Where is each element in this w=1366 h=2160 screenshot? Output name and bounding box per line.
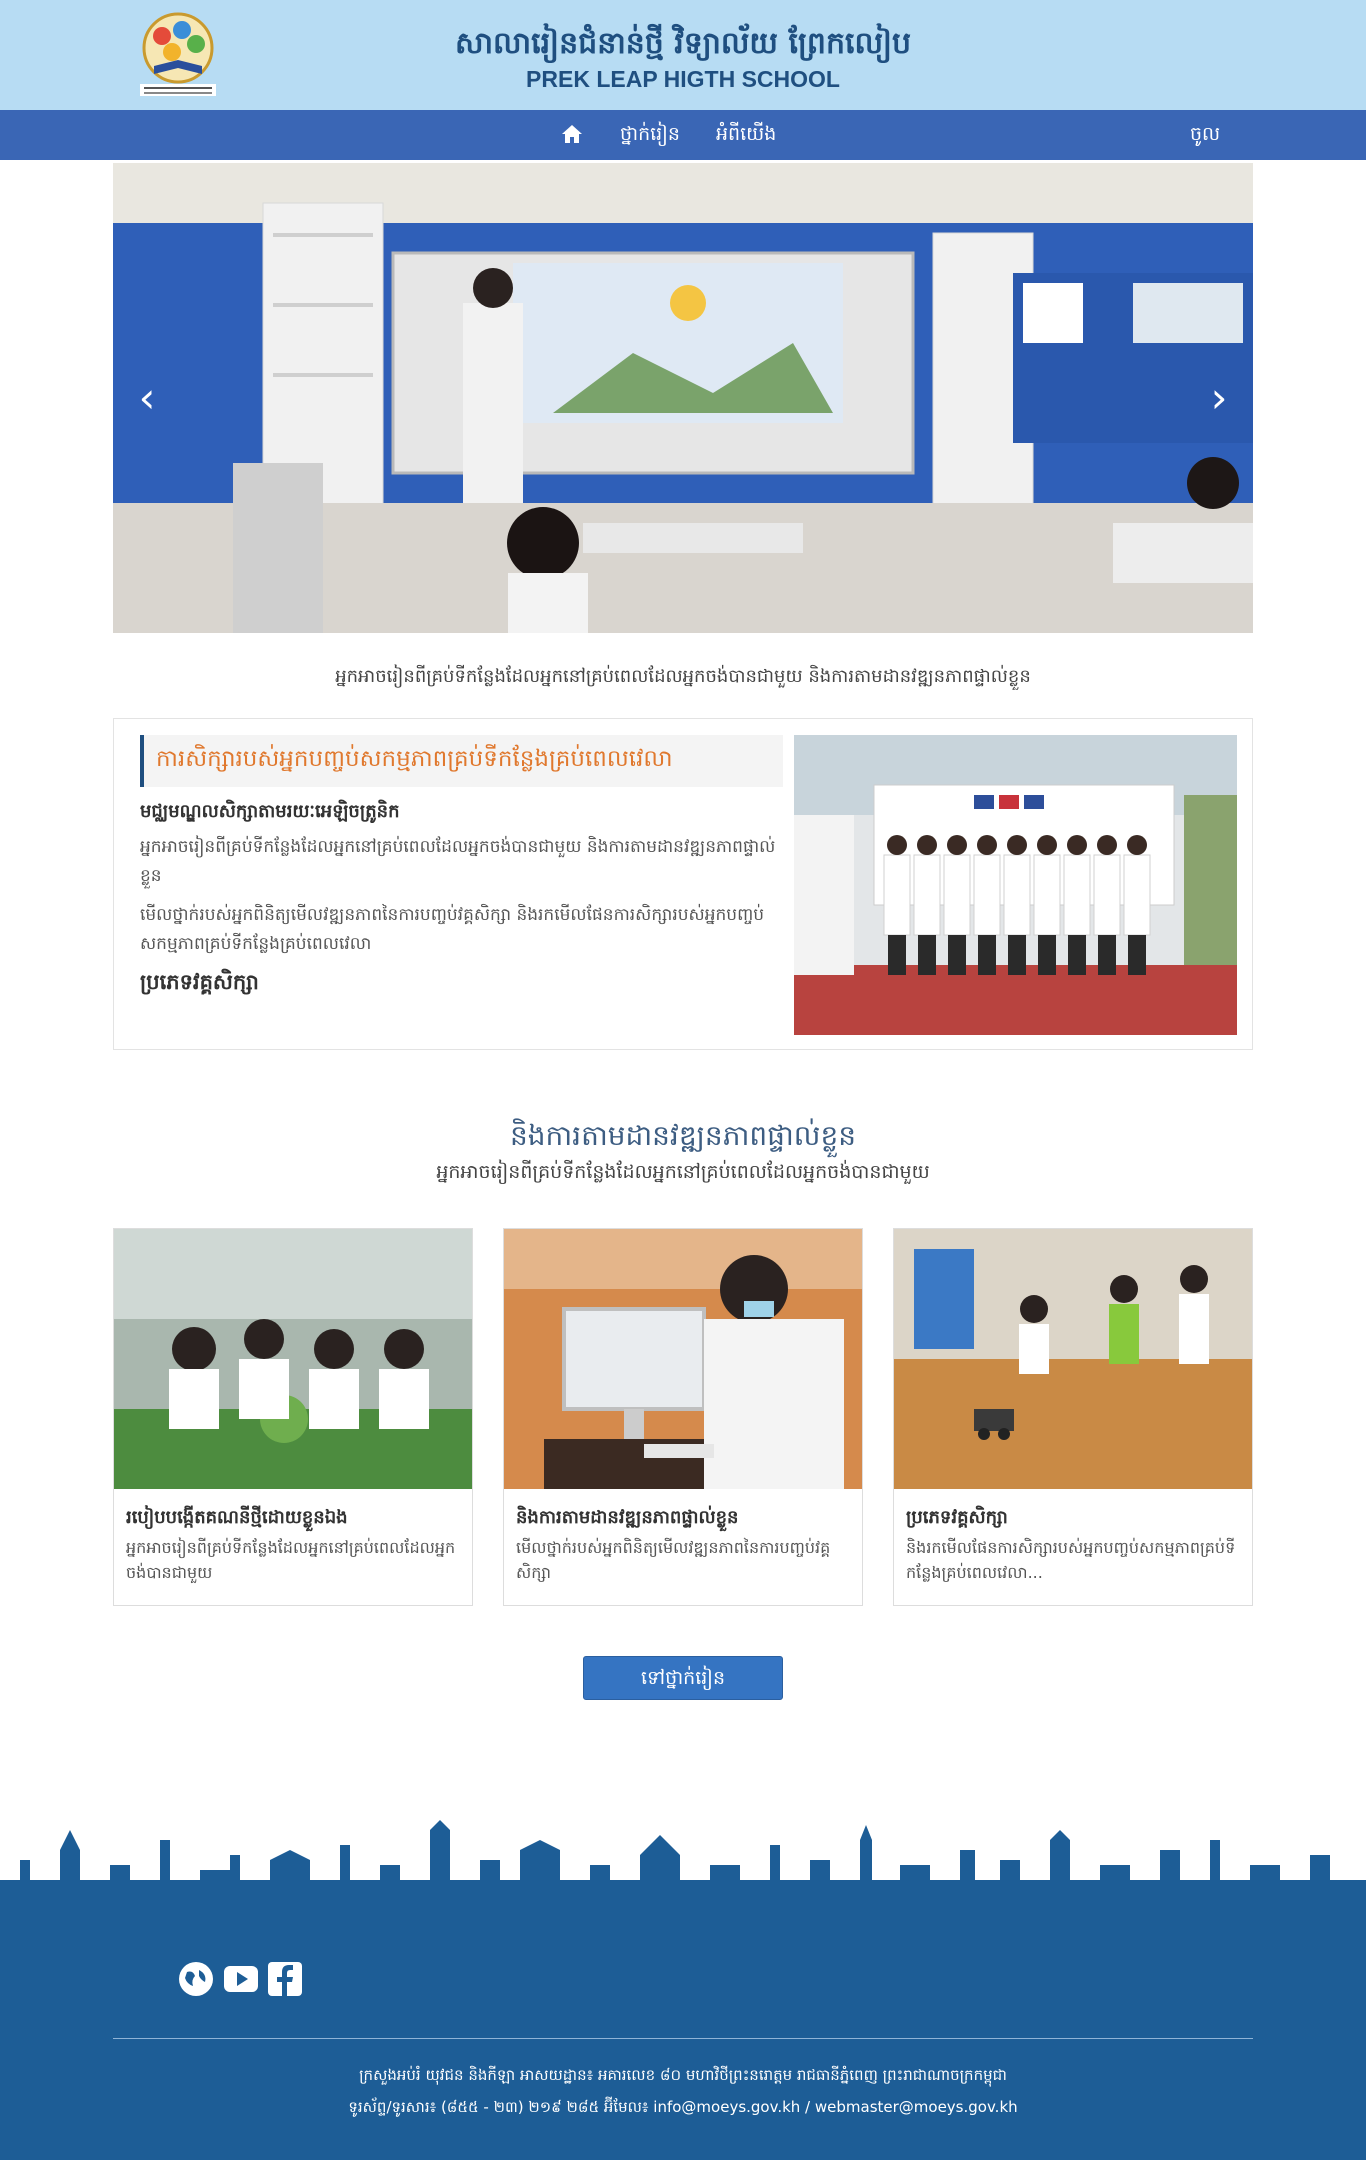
city-skyline-illustration	[0, 1810, 1366, 1922]
section-title: និងការតាមដានវឌ្ឍនភាពផ្ទាល់ខ្លួន	[509, 1119, 857, 1152]
hero-carousel[interactable]: ‹ ›	[113, 163, 1253, 633]
card-photo-robotics	[894, 1229, 1252, 1489]
school-name-en: PREK LEAP HIGTH SCHOOL	[526, 66, 840, 92]
info-card-2[interactable]: និងការតាមដានវឌ្ឍនភាពផ្ទាល់ខ្លួន មើលថ្នាក…	[503, 1228, 863, 1606]
youtube-icon[interactable]	[222, 1960, 260, 1998]
card-2-text: មើលថ្នាក់របស់អ្នកពិនិត្យមើលវឌ្ឍនភាពនៃការ…	[516, 1538, 831, 1582]
card-1-title: របៀបបង្កើតគណនីថ្មីដោយខ្លួនឯង	[126, 1507, 348, 1528]
home-icon[interactable]	[558, 120, 586, 148]
classroom-photo	[113, 163, 1253, 633]
info-card-1[interactable]: របៀបបង្កើតគណនីថ្មីដោយខ្លួនឯង អ្នកអាចរៀនព…	[113, 1228, 473, 1606]
feature-panel: ការសិក្សារបស់អ្នកបញ្ចប់សកម្មភាពគ្រប់ទីកន…	[113, 718, 1253, 1050]
footer-divider	[113, 2038, 1253, 2039]
footer-address: ក្រសួងអប់រំ យុវជន និងកីឡា អាសយដ្ឋាន៖ អគា…	[359, 2066, 1007, 2084]
globe-icon[interactable]	[177, 1960, 215, 1998]
chevron-left-icon[interactable]: ‹	[127, 373, 167, 423]
section-subtitle: អ្នកអាចរៀនពីគ្រប់ទីកន្លែងដែលអ្នកនៅគ្រប់ព…	[436, 1161, 930, 1183]
feature-paragraph-2: មើលថ្នាក់របស់អ្នកពិនិត្យមើលវឌ្ឍនភាពនៃការ…	[140, 905, 765, 954]
facebook-icon[interactable]	[266, 1960, 304, 1998]
main-navbar: ថ្នាក់រៀន អំពីយើង ចូល	[0, 110, 1366, 160]
footer-contact: ទូរស័ព្ទ/ទូរសារ៖ (៨៥៥ - ២៣) ២១៩ ២៨៥ អ៊ីម…	[348, 2098, 1018, 2116]
feature-heading-box: ការសិក្សារបស់អ្នកបញ្ចប់សកម្មភាពគ្រប់ទីកន…	[140, 735, 783, 787]
students-group-photo	[794, 735, 1237, 1035]
card-3-title: ប្រភេទវគ្គសិក្សា	[906, 1507, 1008, 1528]
card-2-title: និងការតាមដានវឌ្ឍនភាពផ្ទាល់ខ្លួន	[516, 1507, 739, 1528]
card-photo-computer	[504, 1229, 862, 1489]
card-1-text: អ្នកអាចរៀនពីគ្រប់ទីកន្លែងដែលអ្នកនៅគ្រប់ព…	[126, 1538, 456, 1582]
site-header: សាលារៀនជំនាន់ថ្មី វិទ្យាល័យ ព្រែកលៀប PRE…	[0, 0, 1366, 110]
site-footer: ក្រសួងអប់រំ យុវជន និងកីឡា អាសយដ្ឋាន៖ អគា…	[0, 1920, 1366, 2160]
go-to-classes-button[interactable]: ទៅថ្នាក់រៀន	[583, 1656, 783, 1700]
nav-link-about[interactable]: អំពីយើង	[716, 122, 776, 150]
login-link[interactable]: ចូល	[1190, 122, 1220, 150]
info-card-3[interactable]: ប្រភេទវគ្គសិក្សា និងរកមើលផែនការសិក្សារបស…	[893, 1228, 1253, 1606]
course-types-link[interactable]: ប្រភេទវគ្គសិក្សា	[140, 969, 259, 1000]
card-photo-garden	[114, 1229, 472, 1489]
feature-subheading: មជ្ឈមណ្ឌលសិក្សាតាមរយៈអេឡិចត្រូនិក	[140, 801, 400, 822]
feature-paragraph-1: អ្នកអាចរៀនពីគ្រប់ទីកន្លែងដែលអ្នកនៅគ្រប់ព…	[140, 837, 776, 886]
card-3-text: និងរកមើលផែនការសិក្សារបស់អ្នកបញ្ចប់សកម្មភ…	[906, 1538, 1236, 1582]
nav-link-classes[interactable]: ថ្នាក់រៀន	[620, 122, 680, 150]
school-name-kh: សាលារៀនជំនាន់ថ្មី វិទ្យាល័យ ព្រែកលៀប	[454, 26, 912, 61]
feature-heading: ការសិក្សារបស់អ្នកបញ្ចប់សកម្មភាពគ្រប់ទីកន…	[156, 746, 673, 772]
chevron-right-icon[interactable]: ›	[1199, 373, 1239, 423]
carousel-caption: អ្នកអាចរៀនពីគ្រប់ទីកន្លែងដែលអ្នកនៅគ្រប់ព…	[335, 666, 1031, 687]
